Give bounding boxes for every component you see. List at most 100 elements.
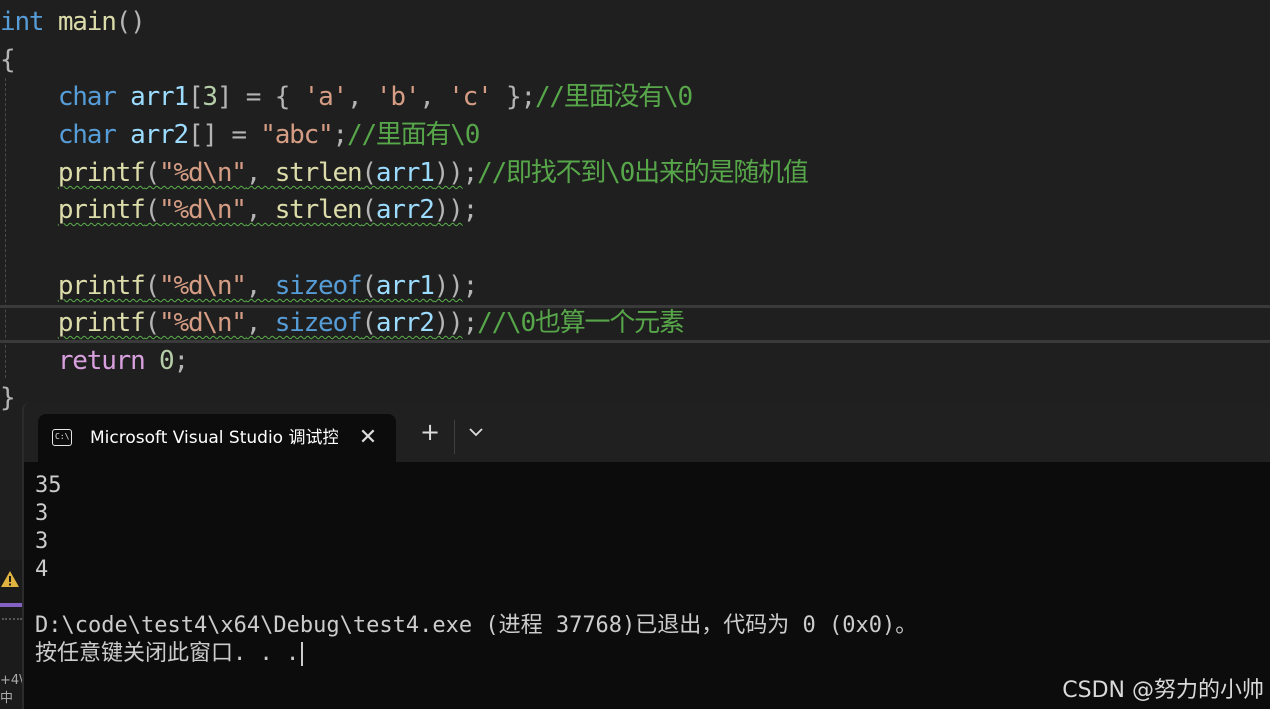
- code-line[interactable]: }: [0, 379, 16, 417]
- code-token: ,: [245, 271, 275, 301]
- code-token: arr1: [375, 158, 435, 188]
- code-token: (: [144, 195, 161, 225]
- code-token: ;: [462, 195, 479, 225]
- code-token: //即找不到\0出来的是随机值: [477, 158, 809, 188]
- code-line[interactable]: return 0;: [0, 342, 190, 380]
- code-token: [: [187, 82, 204, 112]
- text-cursor: [301, 642, 304, 666]
- code-token: ,: [245, 158, 275, 188]
- code-token: 'b': [375, 82, 421, 112]
- code-line[interactable]: char arr2[] = "abc";//里面有\0: [0, 116, 481, 154]
- code-token: ,: [245, 195, 275, 225]
- code-token: 'a': [303, 82, 349, 112]
- close-icon[interactable]: ✕: [356, 426, 380, 450]
- code-token: ;: [462, 271, 479, 301]
- output-line: 3: [35, 501, 49, 526]
- code-token: ,: [347, 82, 376, 112]
- code-token: printf: [57, 308, 146, 338]
- code-token: ;: [462, 158, 479, 188]
- code-token: sizeof: [274, 271, 363, 301]
- code-token: {: [0, 45, 16, 75]
- output-line: 3: [35, 529, 49, 554]
- prompt-line: 按任意键关闭此窗口. . .: [35, 640, 1255, 668]
- new-tab-button[interactable]: +: [418, 420, 442, 444]
- terminal-window[interactable]: C:\ Microsoft Visual Studio 调试控制台 ✕ + 35…: [24, 402, 1270, 709]
- code-token: char: [57, 82, 117, 112]
- strip-text: +4\ 中: [0, 673, 24, 706]
- code-token: };: [491, 82, 536, 112]
- code-token: )): [433, 195, 464, 225]
- strip-divider: [2, 618, 22, 622]
- left-panel-strip: +4\ 中: [0, 560, 24, 709]
- code-token: printf: [57, 195, 146, 225]
- code-token: "%d\n": [159, 195, 247, 225]
- terminal-tab[interactable]: C:\ Microsoft Visual Studio 调试控制台 ✕: [38, 414, 396, 462]
- code-token: "%d\n": [159, 308, 247, 338]
- code-line[interactable]: printf("%d\n", strlen(arr2));: [0, 191, 479, 229]
- code-token: strlen: [274, 195, 363, 225]
- code-token: (: [144, 308, 161, 338]
- code-token: "%d\n": [159, 158, 247, 188]
- code-token: printf: [57, 271, 146, 301]
- code-token: )): [433, 158, 464, 188]
- code-line[interactable]: printf("%d\n", strlen(arr1));//即找不到\0出来的…: [0, 154, 809, 192]
- terminal-output[interactable]: 35 3 3 4 D:\code\test4\x64\Debug\test4.e…: [35, 472, 1255, 668]
- code-token: //里面有\0: [346, 120, 480, 150]
- code-token: 0: [159, 346, 175, 376]
- active-indicator-bar: [0, 603, 22, 607]
- output-line: D:\code\test4\x64\Debug\test4.exe (进程 37…: [35, 613, 918, 638]
- output-line: 4: [35, 557, 49, 582]
- prompt-text: 按任意键关闭此窗口. . .: [35, 641, 300, 666]
- code-token: (: [361, 195, 377, 225]
- console-icon: C:\: [52, 429, 72, 446]
- tab-title: Microsoft Visual Studio 调试控制台: [90, 428, 338, 448]
- code-token: )): [433, 308, 464, 338]
- code-line[interactable]: {: [0, 41, 16, 79]
- code-token: int: [0, 7, 45, 37]
- code-token: )): [433, 271, 464, 301]
- output-line: 35: [35, 473, 62, 498]
- code-line[interactable]: printf("%d\n", sizeof(arr1));: [0, 267, 479, 305]
- tab-separator: [454, 420, 455, 454]
- code-token: }: [0, 383, 16, 413]
- code-line[interactable]: int main(): [0, 3, 146, 41]
- code-line[interactable]: printf("%d\n", sizeof(arr2));//\0也算一个元素: [0, 304, 685, 342]
- code-token: ,: [419, 82, 449, 112]
- code-token: ,: [245, 308, 275, 338]
- code-token: arr2: [130, 120, 189, 150]
- code-token: (: [361, 158, 377, 188]
- code-token: //里面没有\0: [534, 82, 693, 112]
- watermark: CSDN @努力的小帅: [1062, 678, 1264, 703]
- terminal-titlebar: C:\ Microsoft Visual Studio 调试控制台 ✕ +: [24, 402, 1270, 462]
- code-token: ;: [462, 308, 479, 338]
- code-token: [] =: [187, 120, 261, 150]
- code-token: ] = {: [216, 82, 304, 112]
- code-token: main: [57, 7, 117, 37]
- code-token: arr1: [130, 82, 189, 112]
- code-token: arr2: [375, 195, 435, 225]
- code-line[interactable]: char arr1[3] = { 'a', 'b', 'c' };//里面没有\…: [0, 78, 693, 116]
- warning-icon[interactable]: [0, 570, 20, 588]
- code-token: (: [144, 271, 161, 301]
- code-token: (: [144, 158, 161, 188]
- code-token: strlen: [274, 158, 363, 188]
- code-token: "%d\n": [159, 271, 247, 301]
- code-token: (: [361, 308, 377, 338]
- code-token: return: [57, 346, 146, 376]
- code-token: ;: [173, 346, 190, 376]
- code-token: (: [361, 271, 377, 301]
- chevron-down-icon[interactable]: [466, 422, 486, 442]
- code-token: char: [57, 120, 117, 150]
- code-token: sizeof: [274, 308, 363, 338]
